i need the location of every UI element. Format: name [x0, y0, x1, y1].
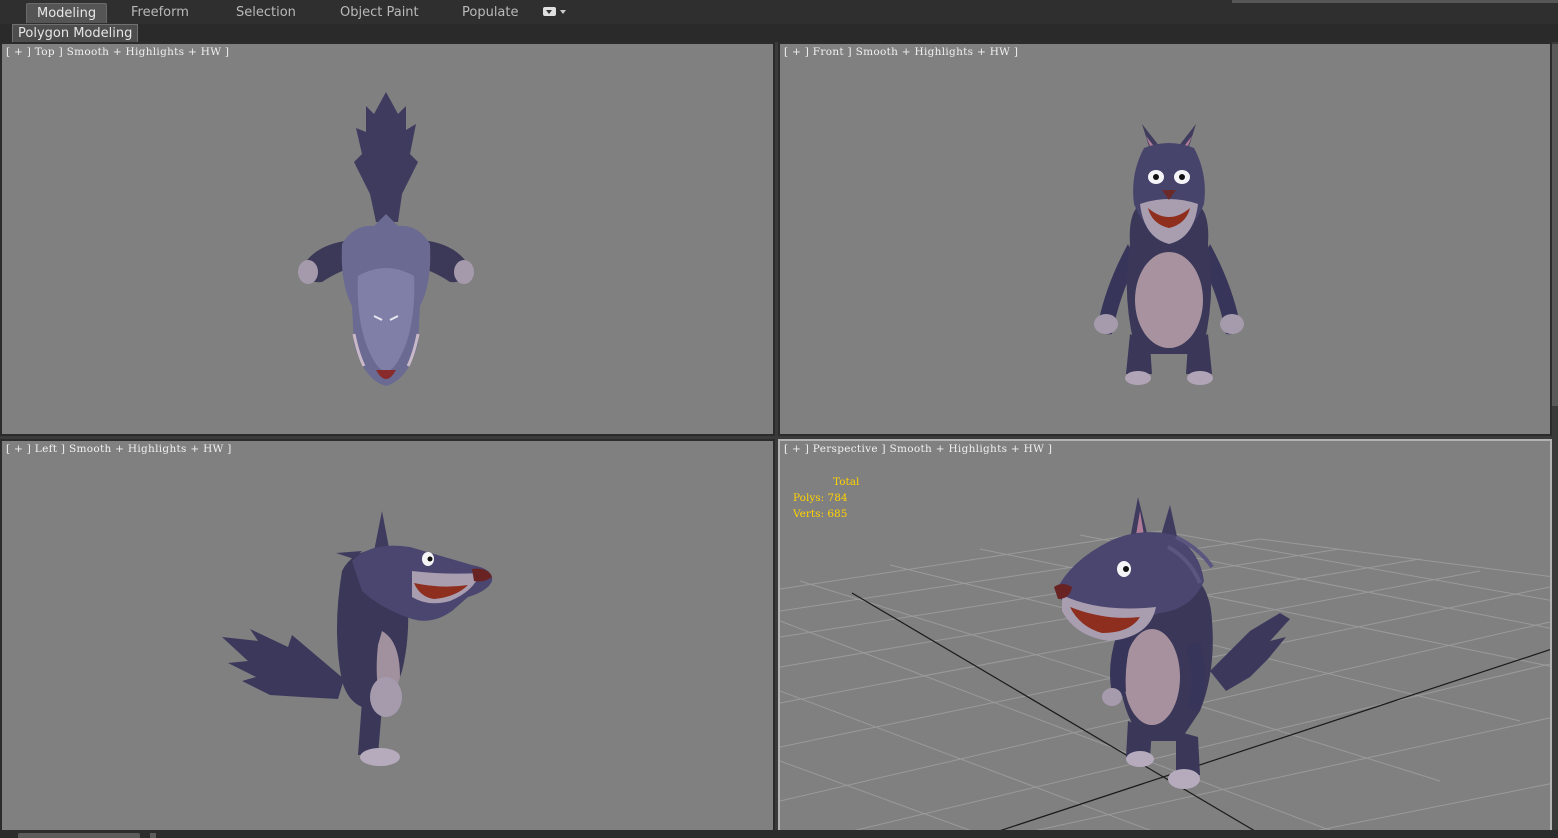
time-slider[interactable]	[18, 833, 140, 838]
ribbon-options-dropdown[interactable]	[543, 6, 567, 18]
viewport-label[interactable]: [ + ] Perspective ] Smooth + Highlights …	[784, 443, 1052, 455]
wolf-model-left-view	[222, 511, 493, 766]
tab-freeform[interactable]: Freeform	[131, 3, 189, 22]
viewport-left[interactable]: [ + ] Left ] Smooth + Highlights + HW ]	[0, 439, 775, 832]
statistics-overlay: Total Polys: 784 Verts: 685	[793, 474, 859, 522]
ribbon-options-icon	[543, 7, 556, 16]
right-scrollbar[interactable]	[1552, 44, 1558, 406]
viewport-front[interactable]: [ + ] Front ] Smooth + Highlights + HW ]	[778, 42, 1552, 436]
perspective-grid-and-model	[780, 497, 1550, 830]
viewport-label[interactable]: [ + ] Top ] Smooth + Highlights + HW ]	[6, 46, 229, 58]
stats-polys: Polys: 784	[793, 492, 848, 504]
ribbon-bar: Modeling Freeform Selection Object Paint…	[0, 0, 1558, 25]
timeline-strip	[0, 830, 1558, 838]
time-slider-next[interactable]	[150, 833, 156, 838]
polygon-modeling-panel[interactable]: Polygon Modeling	[12, 24, 139, 43]
chevron-down-icon	[560, 10, 566, 14]
tab-populate[interactable]: Populate	[462, 3, 519, 22]
viewport-label[interactable]: [ + ] Front ] Smooth + Highlights + HW ]	[784, 46, 1018, 58]
ribbon-right-strip	[1232, 0, 1558, 3]
tab-object-paint[interactable]: Object Paint	[340, 3, 419, 22]
wolf-model-front-view	[1094, 124, 1244, 385]
tab-selection[interactable]: Selection	[236, 3, 296, 22]
viewport-top[interactable]: [ + ] Top ] Smooth + Highlights + HW ]	[0, 42, 775, 436]
viewport-label[interactable]: [ + ] Left ] Smooth + Highlights + HW ]	[6, 443, 232, 455]
wolf-model-top-view	[298, 92, 474, 386]
viewport-perspective[interactable]: [ + ] Perspective ] Smooth + Highlights …	[778, 439, 1552, 832]
stats-verts: Verts: 685	[793, 508, 848, 520]
tab-modeling[interactable]: Modeling	[26, 3, 108, 23]
stats-total-header: Total	[833, 476, 860, 488]
ribbon-panel-bar: Polygon Modeling	[0, 24, 1558, 43]
